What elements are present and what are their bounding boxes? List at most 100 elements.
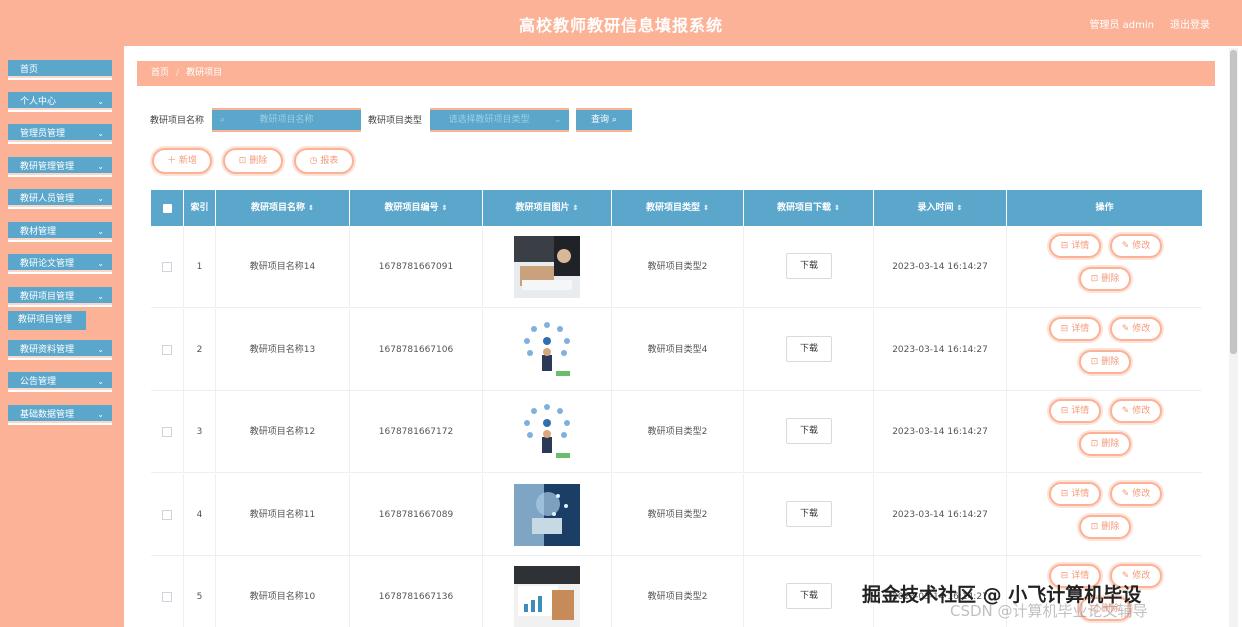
row-type: 教研项目类型2 xyxy=(612,556,744,627)
sidebar-item-label: 教研管理管理 xyxy=(20,162,75,172)
row-code: 1678781667172 xyxy=(350,391,483,473)
edit-button[interactable]: ✎ 修改 xyxy=(1110,481,1162,506)
sidebar-item-staff[interactable]: 教研人员管理 ⌄ xyxy=(8,189,112,209)
sort-icon: ⇕ xyxy=(834,204,840,212)
chevron-down-icon: ⌄ xyxy=(97,410,104,419)
sort-icon: ⇕ xyxy=(308,204,314,212)
download-button[interactable]: 下载 xyxy=(786,418,832,444)
edit-button[interactable]: ✎ 修改 xyxy=(1110,316,1162,341)
row-time: 2023-03-14 16:14:27 xyxy=(874,473,1007,556)
row-image-cell xyxy=(483,226,612,308)
sidebar-item-admin[interactable]: 管理员管理 ⌄ xyxy=(8,124,112,144)
sidebar-item-papers[interactable]: 教研论文管理 ⌄ xyxy=(8,254,112,274)
sidebar-item-basedata[interactable]: 基础数据管理 ⌄ xyxy=(8,405,112,425)
row-actions-cell: ⊟ 详情 ✎ 修改 ⊡ 删除 xyxy=(1007,226,1202,308)
row-name: 教研项目名称13 xyxy=(216,308,350,391)
project-image[interactable] xyxy=(514,566,580,627)
sidebar-item-label: 管理员管理 xyxy=(20,129,66,139)
edit-button[interactable]: ✎ 修改 xyxy=(1110,399,1162,423)
select-all-checkbox[interactable] xyxy=(163,204,172,213)
chevron-down-icon: ⌄ xyxy=(97,227,104,236)
col-type[interactable]: 教研项目类型 ⇕ xyxy=(612,190,744,226)
sidebar-item-home[interactable]: 首页 xyxy=(8,60,112,80)
table-row: 4 教研项目名称11 1678781667089 教研项目类型2 下载 2023-03-1… xyxy=(151,473,1202,556)
project-image[interactable] xyxy=(514,236,580,298)
row-code: 1678781667089 xyxy=(350,473,483,556)
row-select-cell xyxy=(151,473,184,556)
edit-button[interactable]: ✎ 修改 xyxy=(1110,234,1162,258)
project-image[interactable] xyxy=(514,401,580,463)
scrollbar-thumb[interactable] xyxy=(1230,50,1237,354)
row-delete-button[interactable]: ⊡ 删除 xyxy=(1079,432,1131,456)
sidebar-item-label: 公告管理 xyxy=(20,377,57,387)
row-select-cell xyxy=(151,391,184,473)
col-name[interactable]: 教研项目名称 ⇕ xyxy=(216,190,350,226)
row-delete-button[interactable]: ⊡ 删除 xyxy=(1079,349,1131,374)
row-type: 教研项目类型4 xyxy=(612,308,744,391)
sidebar-item-materials[interactable]: 教研资料管理 ⌄ xyxy=(8,340,112,360)
detail-button[interactable]: ⊟ 详情 xyxy=(1049,316,1101,341)
row-select-cell xyxy=(151,556,184,627)
row-name: 教研项目名称12 xyxy=(216,391,350,473)
project-table: 索引 教研项目名称 ⇕ 教研项目编号 ⇕ 教研项目图片 ⇕ 教研项目类型 ⇕ 教研项目下… xyxy=(151,190,1202,627)
row-image-cell xyxy=(483,556,612,627)
breadcrumb-home[interactable]: 首页 xyxy=(151,68,169,78)
row-code: 1678781667106 xyxy=(350,308,483,391)
download-button[interactable]: 下载 xyxy=(786,253,832,279)
download-button[interactable]: 下载 xyxy=(786,335,832,362)
chevron-down-icon: ⌄ xyxy=(97,377,104,386)
name-filter-input[interactable]: ⌕ 教研项目名称 xyxy=(212,108,361,132)
col-time[interactable]: 录入时间 ⇕ xyxy=(874,190,1007,226)
sidebar-item-research-mgmt[interactable]: 教研管理管理 ⌄ xyxy=(8,157,112,177)
detail-button[interactable]: ⊟ 详情 xyxy=(1049,234,1101,258)
col-index: 索引 xyxy=(184,190,216,226)
project-image[interactable] xyxy=(514,318,580,381)
sidebar-item-profile[interactable]: 个人中心 ⌄ xyxy=(8,92,112,112)
breadcrumb: 首页 / 教研项目 xyxy=(137,61,1215,86)
row-index: 3 xyxy=(184,391,216,473)
row-actions-cell: ⊟ 详情 ✎ 修改 ⊡ 删除 xyxy=(1007,474,1202,556)
row-checkbox[interactable] xyxy=(162,427,172,437)
sidebar-item-label: 教研论文管理 xyxy=(20,259,75,269)
row-index: 5 xyxy=(184,556,216,627)
sidebar-item-notice[interactable]: 公告管理 ⌄ xyxy=(8,372,112,392)
type-filter-select[interactable]: 请选择教研项目类型 ⌄ xyxy=(430,108,569,132)
query-button[interactable]: 查询 ⌕ xyxy=(576,108,632,132)
download-button[interactable]: 下载 xyxy=(786,583,832,609)
row-delete-button[interactable]: ⊡ 删除 xyxy=(1079,267,1131,291)
col-image[interactable]: 教研项目图片 ⇕ xyxy=(483,190,612,226)
breadcrumb-current: 教研项目 xyxy=(186,68,223,78)
sidebar-item-projects[interactable]: 教研项目管理 ⌄ xyxy=(8,287,112,307)
row-download-cell: 下载 xyxy=(744,391,874,473)
col-code[interactable]: 教研项目编号 ⇕ xyxy=(350,190,483,226)
sidebar-subitem-projects[interactable]: 教研项目管理 xyxy=(8,311,86,330)
table-row: 1 教研项目名称14 1678781667091 教研项目类型2 下载 2023-03-1… xyxy=(151,226,1202,308)
table-row: 3 教研项目名称12 1678781667172 教研项目类型2 下载 2023-03-1… xyxy=(151,391,1202,473)
report-button[interactable]: ◷ 报表 xyxy=(294,148,354,174)
row-time: 2023-03-14 16:14:27 xyxy=(874,308,1007,391)
row-checkbox[interactable] xyxy=(162,262,172,272)
detail-button[interactable]: ⊟ 详情 xyxy=(1049,399,1101,423)
logout-link[interactable]: 退出登录 xyxy=(1170,16,1210,31)
table-row: 2 教研项目名称13 1678781667106 教研项目类型4 下载 2023-03-1… xyxy=(151,308,1202,391)
row-select-cell xyxy=(151,226,184,308)
delete-button[interactable]: ⊡ 删除 xyxy=(223,148,283,174)
row-select-cell xyxy=(151,308,184,391)
row-delete-button[interactable]: ⊡ 删除 xyxy=(1079,514,1131,539)
add-button[interactable]: ＋ 新增 xyxy=(152,148,212,174)
row-checkbox[interactable] xyxy=(162,344,172,355)
row-checkbox[interactable] xyxy=(162,592,172,602)
download-button[interactable]: 下载 xyxy=(786,500,832,527)
sidebar-item-textbook[interactable]: 教材管理 ⌄ xyxy=(8,222,112,242)
chevron-down-icon: ⌄ xyxy=(554,115,562,125)
row-index: 2 xyxy=(184,308,216,391)
chevron-down-icon: ⌄ xyxy=(97,194,104,203)
col-download[interactable]: 教研项目下载 ⇕ xyxy=(744,190,874,226)
sidebar-item-label: 基础数据管理 xyxy=(20,410,75,420)
row-download-cell: 下载 xyxy=(744,473,874,556)
project-image[interactable] xyxy=(514,483,580,546)
sort-icon: ⇕ xyxy=(441,204,448,212)
row-checkbox[interactable] xyxy=(162,509,172,520)
type-filter-placeholder: 请选择教研项目类型 xyxy=(448,115,530,125)
detail-button[interactable]: ⊟ 详情 xyxy=(1049,481,1101,506)
